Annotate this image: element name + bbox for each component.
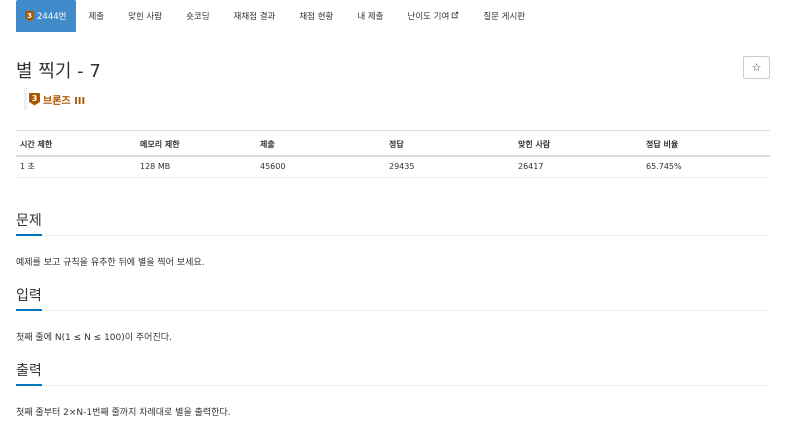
accepted-value: 29435 (385, 155, 514, 178)
tab-label: 내 제출 (357, 12, 384, 22)
tab-problem-number[interactable]: 3 2444번 (16, 0, 77, 32)
favorite-star-button[interactable]: ☆ (743, 56, 770, 79)
accept-rate-value: 65.745% (642, 155, 770, 178)
header-submissions: 제출 (256, 130, 385, 157)
header-time-limit: 시간 제한 (16, 130, 136, 157)
header-solved-users: 맞힌 사람 (514, 130, 642, 157)
table-row: 1 초 128 MB 45600 29435 26417 65.745% (16, 155, 770, 178)
external-link-icon (451, 11, 459, 21)
tab-label: 질문 게시판 (483, 12, 526, 22)
header-memory-limit: 메모리 제한 (136, 130, 256, 157)
time-limit-value: 1 초 (16, 155, 136, 178)
problem-info-table: 시간 제한 메모리 제한 제출 정답 맞힌 사람 정답 비율 1 초 128 M… (16, 130, 770, 178)
bronze-tier-icon: 3 (25, 10, 34, 22)
memory-limit-value: 128 MB (136, 155, 256, 178)
solved-users-value: 26417 (514, 155, 642, 178)
star-icon: ☆ (751, 61, 762, 74)
tab-solved-users[interactable]: 맞힌 사람 (116, 0, 174, 32)
section-header: 입력 (16, 286, 770, 311)
header-accepted: 정답 (385, 130, 514, 157)
submissions-value: 45600 (256, 155, 385, 178)
tab-difficulty-contribution[interactable]: 난이도 기여 (396, 0, 472, 32)
problem-tier: 3 브론즈 III (24, 88, 85, 110)
tab-my-submissions[interactable]: 내 제출 (345, 0, 395, 32)
tab-label: 2444번 (37, 12, 67, 22)
page-title: 별 찍기 - 7 (16, 61, 101, 82)
input-description-text: 첫째 줄에 N(1 ≤ N ≤ 100)이 주어진다. (16, 333, 172, 343)
problem-description-section: 문제 예제를 보고 규칙을 유추한 뒤에 별을 찍어 보세요. (16, 211, 770, 270)
table-header-row: 시간 제한 메모리 제한 제출 정답 맞힌 사람 정답 비율 (16, 130, 770, 157)
tab-label: 재채점 결과 (233, 12, 276, 22)
tab-question-board[interactable]: 질문 게시판 (471, 0, 537, 32)
input-section: 입력 첫째 줄에 N(1 ≤ N ≤ 100)이 주어진다. (16, 286, 770, 345)
section-title: 입력 (16, 287, 42, 311)
tab-submit[interactable]: 제출 (76, 0, 116, 32)
tier-label: 브론즈 III (43, 95, 86, 107)
tab-label: 난이도 기여 (407, 12, 450, 22)
tab-label: 맞힌 사람 (128, 12, 163, 22)
section-header: 문제 (16, 211, 770, 236)
tab-label: 제출 (88, 12, 105, 22)
output-description-text: 첫째 줄부터 2×N-1번째 줄까지 차례대로 별을 출력한다. (16, 408, 231, 418)
problem-menu-tabs: 3 2444번 제출 맞힌 사람 숏코딩 재채점 결과 채점 현황 내 제출 난… (16, 0, 537, 32)
tab-rejudge-results[interactable]: 재채점 결과 (222, 0, 288, 32)
tab-judge-status[interactable]: 채점 현황 (287, 0, 345, 32)
tab-label: 채점 현황 (299, 12, 334, 22)
header-accept-rate: 정답 비율 (642, 130, 770, 157)
section-title: 출력 (16, 362, 42, 386)
section-header: 출력 (16, 361, 770, 386)
section-title: 문제 (16, 212, 42, 236)
problem-description-text: 예제를 보고 규칙을 유추한 뒤에 별을 찍어 보세요. (16, 258, 205, 268)
tab-label: 숏코딩 (186, 12, 210, 22)
output-section: 출력 첫째 줄부터 2×N-1번째 줄까지 차례대로 별을 출력한다. (16, 361, 770, 420)
tab-short-coding[interactable]: 숏코딩 (174, 0, 221, 32)
bronze-tier-icon: 3 (29, 92, 40, 106)
